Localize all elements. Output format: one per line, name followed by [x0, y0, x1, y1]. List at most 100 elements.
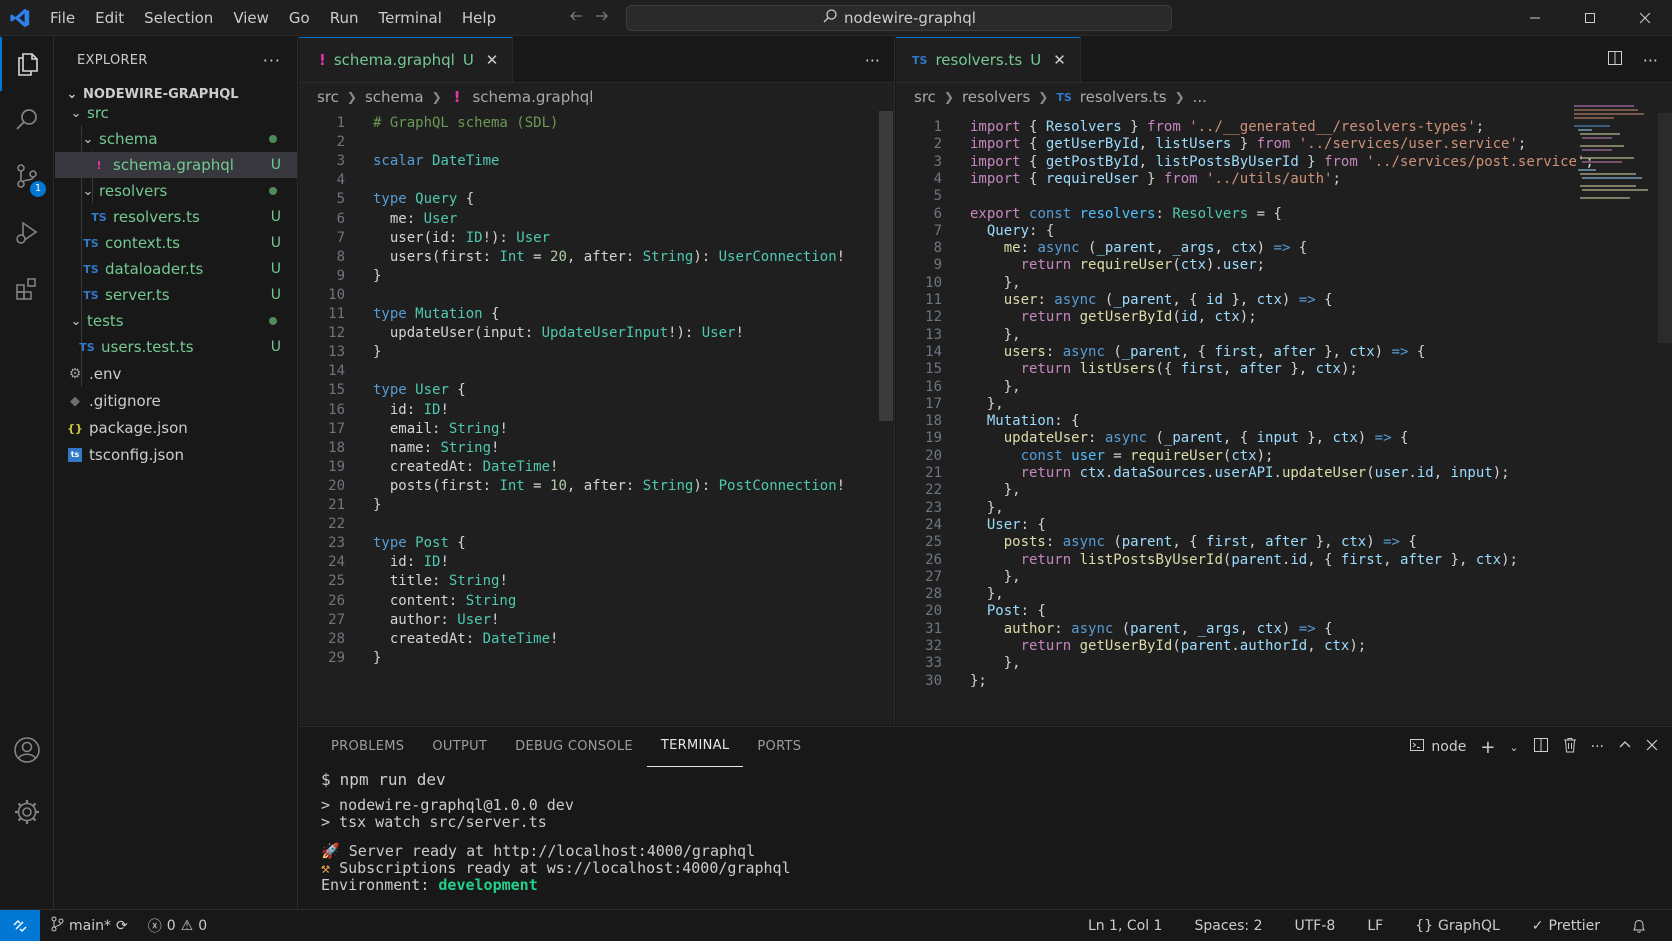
git-branch-status[interactable]: main* ⟳: [40, 910, 138, 941]
code-token: {: [457, 191, 475, 208]
menu-help[interactable]: Help: [452, 0, 506, 36]
more-actions-icon[interactable]: ···: [263, 51, 281, 70]
close-icon[interactable]: ✕: [486, 51, 499, 69]
breadcrumb-item[interactable]: src: [914, 88, 936, 106]
code-line: 10: [299, 285, 373, 305]
tsconfig-file-icon: ts: [65, 448, 85, 462]
close-panel-icon[interactable]: [1646, 739, 1658, 755]
code-token: =: [1104, 447, 1131, 464]
tab-output[interactable]: OUTPUT: [418, 727, 501, 767]
breadcrumb-item[interactable]: schema.graphql: [472, 88, 593, 106]
chevron-right-icon: ❯: [431, 90, 442, 104]
breadcrumb-item[interactable]: src: [317, 88, 339, 106]
breadcrumb-item[interactable]: resolvers: [962, 88, 1030, 106]
tree-file-context-ts[interactable]: TS context.ts U: [55, 230, 297, 256]
tab-debug-console[interactable]: DEBUG CONSOLE: [501, 727, 647, 767]
menu-go[interactable]: Go: [279, 0, 320, 36]
source-control-icon[interactable]: 1: [0, 149, 54, 203]
tree-folder-schema[interactable]: ⌄ schema: [55, 126, 297, 152]
code-token: , {: [1307, 551, 1341, 568]
run-debug-icon[interactable]: [0, 205, 54, 259]
menu-run[interactable]: Run: [320, 0, 369, 36]
tree-file-resolvers-ts[interactable]: TS resolvers.ts U: [55, 204, 297, 230]
tree-file-env[interactable]: ⚙ .env: [55, 361, 297, 387]
chevron-down-icon[interactable]: ⌄: [1509, 741, 1518, 754]
menu-selection[interactable]: Selection: [134, 0, 223, 36]
split-editor-icon[interactable]: [1607, 50, 1623, 70]
encoding-status[interactable]: UTF-8: [1279, 910, 1352, 941]
git-status-badge: U: [270, 287, 281, 303]
command-center-search[interactable]: nodewire-graphql: [626, 5, 1172, 31]
close-icon[interactable]: ✕: [1053, 51, 1066, 69]
tree-file-schema-graphql[interactable]: ! schema.graphql U: [55, 152, 297, 178]
maximize-panel-icon[interactable]: [1618, 738, 1632, 756]
code-line: 21}: [299, 495, 381, 515]
tree-file-dataloader-ts[interactable]: TS dataloader.ts U: [55, 256, 297, 282]
accounts-icon[interactable]: [0, 723, 54, 777]
menu-view[interactable]: View: [223, 0, 279, 36]
tab-resolvers-ts[interactable]: TS resolvers.ts U ✕: [896, 37, 1081, 82]
tree-folder-src[interactable]: ⌄ src: [55, 100, 297, 126]
back-arrow-icon[interactable]: [568, 8, 584, 28]
language-mode[interactable]: {} GraphQL: [1399, 910, 1516, 941]
line-number: 11: [328, 306, 345, 322]
close-window-button[interactable]: [1617, 0, 1672, 36]
code-token: 10: [550, 477, 567, 494]
tree-file-package-json[interactable]: {} package.json: [55, 415, 297, 441]
menu-edit[interactable]: Edit: [85, 0, 134, 36]
tab-terminal[interactable]: TERMINAL: [646, 727, 744, 767]
code-token: ctx: [1079, 465, 1105, 481]
code-line: 15 type User {: [299, 380, 466, 400]
problems-status[interactable]: ⓧ 0 ⚠ 0: [138, 910, 217, 941]
add-terminal-icon[interactable]: +: [1480, 737, 1495, 758]
remote-indicator-icon[interactable]: [0, 909, 40, 941]
more-actions-icon[interactable]: ···: [865, 51, 880, 70]
prettier-status[interactable]: ✓ Prettier: [1516, 910, 1616, 941]
tree-file-server-ts[interactable]: TS server.ts U: [55, 282, 297, 308]
minimize-button[interactable]: [1507, 0, 1562, 36]
eol-status[interactable]: LF: [1351, 910, 1399, 941]
menu-terminal[interactable]: Terminal: [369, 0, 452, 36]
tree-folder-tests[interactable]: ⌄ tests: [55, 308, 297, 334]
terminal-selector[interactable]: node: [1409, 737, 1466, 757]
scrollbar-thumb[interactable]: [1658, 113, 1672, 343]
trash-icon[interactable]: [1563, 737, 1577, 757]
code-token: first: [1214, 343, 1257, 360]
more-actions-icon[interactable]: ···: [1643, 51, 1658, 70]
menu-file[interactable]: File: [40, 0, 85, 36]
terminal-output[interactable]: $ npm run dev > nodewire-graphql@1.0.0 d…: [299, 767, 1672, 896]
minimap[interactable]: [1572, 103, 1652, 203]
settings-gear-icon[interactable]: [0, 785, 54, 839]
explorer-files-icon[interactable]: [0, 37, 54, 91]
code-token: , {: [1180, 343, 1215, 360]
tab-problems[interactable]: PROBLEMS: [317, 727, 418, 767]
scrollbar-thumb[interactable]: [879, 111, 893, 421]
tree-item-label: package.json: [89, 419, 188, 437]
notifications-bell-icon[interactable]: [1616, 910, 1662, 941]
tree-file-gitignore[interactable]: ◆ .gitignore: [55, 388, 297, 414]
split-terminal-icon[interactable]: [1533, 737, 1549, 757]
more-actions-icon[interactable]: ···: [1591, 739, 1604, 755]
tree-item-label: server.ts: [105, 286, 170, 304]
forward-arrow-icon[interactable]: [594, 8, 610, 28]
breadcrumb-item[interactable]: schema: [365, 88, 424, 106]
indentation-status[interactable]: Spaces: 2: [1178, 910, 1278, 941]
typescript-file-icon: TS: [912, 53, 928, 67]
maximize-button[interactable]: [1562, 0, 1617, 36]
breadcrumb-item[interactable]: resolvers.ts: [1080, 88, 1167, 106]
breadcrumb-item[interactable]: ...: [1193, 88, 1207, 106]
extensions-icon[interactable]: [0, 261, 54, 315]
tree-file-users-test-ts[interactable]: TS users.test.ts U: [55, 334, 297, 360]
code-token: listPostsByUserId: [1155, 153, 1299, 170]
tab-schema-graphql[interactable]: ! schema.graphql U ✕: [299, 37, 514, 82]
search-icon[interactable]: [0, 93, 54, 147]
tab-ports[interactable]: PORTS: [743, 727, 815, 767]
code-token: ,: [1248, 534, 1266, 551]
code-token: listUsers: [1079, 361, 1156, 378]
code-token: ): [1374, 343, 1392, 360]
tree-folder-resolvers[interactable]: ⌄ resolvers: [55, 178, 297, 204]
tree-file-tsconfig-json[interactable]: ts tsconfig.json: [55, 442, 297, 468]
cursor-position[interactable]: Ln 1, Col 1: [1072, 910, 1179, 941]
code-token: dataSources: [1113, 465, 1207, 481]
code-token: ;: [1256, 257, 1266, 274]
